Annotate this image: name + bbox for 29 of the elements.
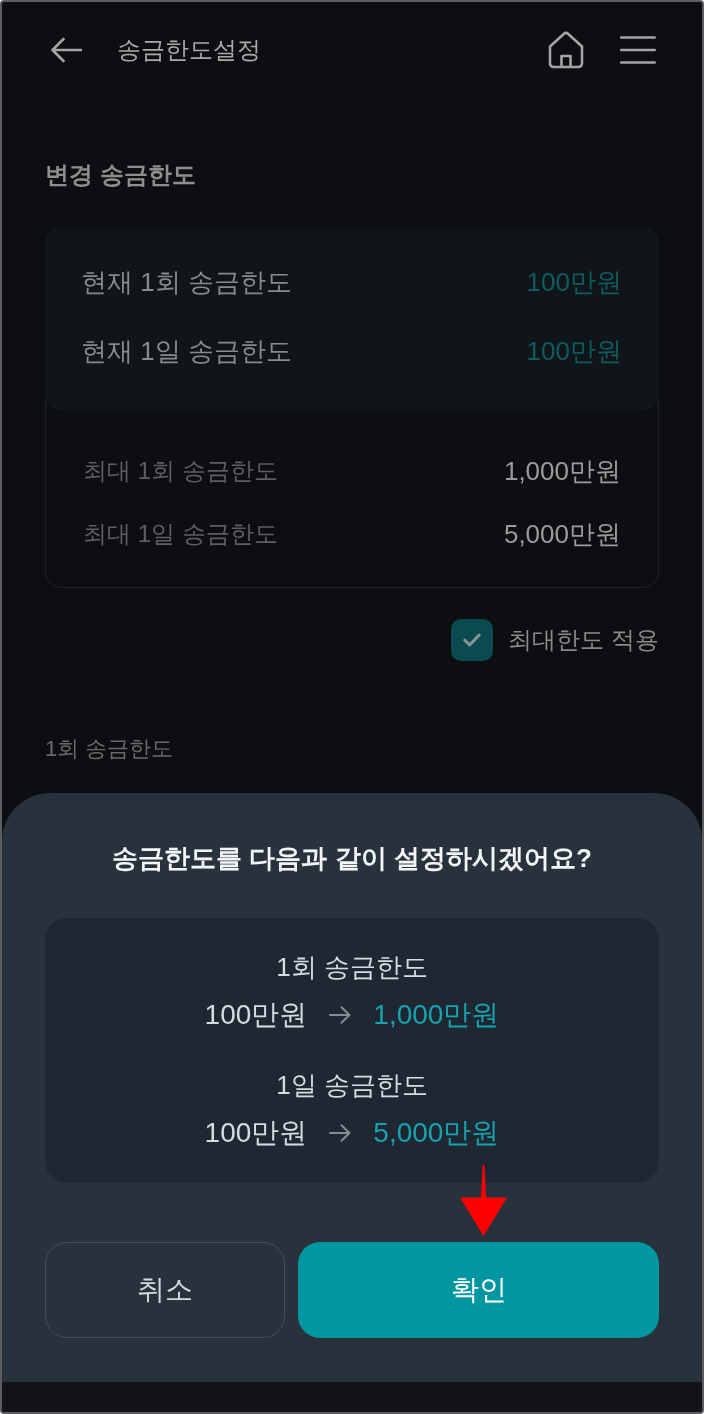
screen-title: 송금한도설정 (117, 35, 261, 65)
arrow-right-icon (329, 1124, 352, 1142)
limit-value: 1,000만원 (503, 455, 621, 488)
limit-value: 100만원 (526, 335, 622, 368)
limit-label: 최대 1회 송금한도 (83, 456, 278, 486)
limit-label: 최대 1일 송금한도 (83, 519, 278, 549)
max-limit-checkbox[interactable] (451, 619, 494, 661)
field-label: 1회 송금한도 (45, 735, 174, 763)
new-value: 1,000만원 (373, 998, 500, 1032)
old-value: 100만원 (204, 1116, 308, 1150)
old-value: 100만원 (204, 998, 308, 1032)
check-icon (463, 633, 482, 647)
pointer-arrow-icon (460, 1165, 507, 1236)
change-label: 1회 송금한도 (276, 951, 428, 984)
section-title: 변경 송금한도 (45, 160, 196, 190)
menu-icon[interactable] (620, 36, 656, 64)
limit-value: 5,000만원 (503, 518, 621, 551)
new-value: 5,000만원 (373, 1116, 500, 1150)
checkbox-label: 최대한도 적용 (508, 625, 659, 655)
limit-value: 100만원 (526, 266, 622, 299)
limit-label: 현재 1일 송금한도 (81, 335, 292, 368)
home-icon[interactable] (548, 31, 584, 69)
change-label: 1일 송금한도 (276, 1069, 428, 1102)
arrow-right-icon (329, 1006, 352, 1024)
confirm-button[interactable]: 확인 (298, 1242, 659, 1338)
dialog-title: 송금한도를 다음과 같이 설정하시겠어요? (111, 842, 593, 875)
back-arrow-icon[interactable] (50, 37, 82, 63)
limit-label: 현재 1회 송금한도 (81, 266, 292, 299)
cancel-button[interactable]: 취소 (45, 1242, 285, 1338)
